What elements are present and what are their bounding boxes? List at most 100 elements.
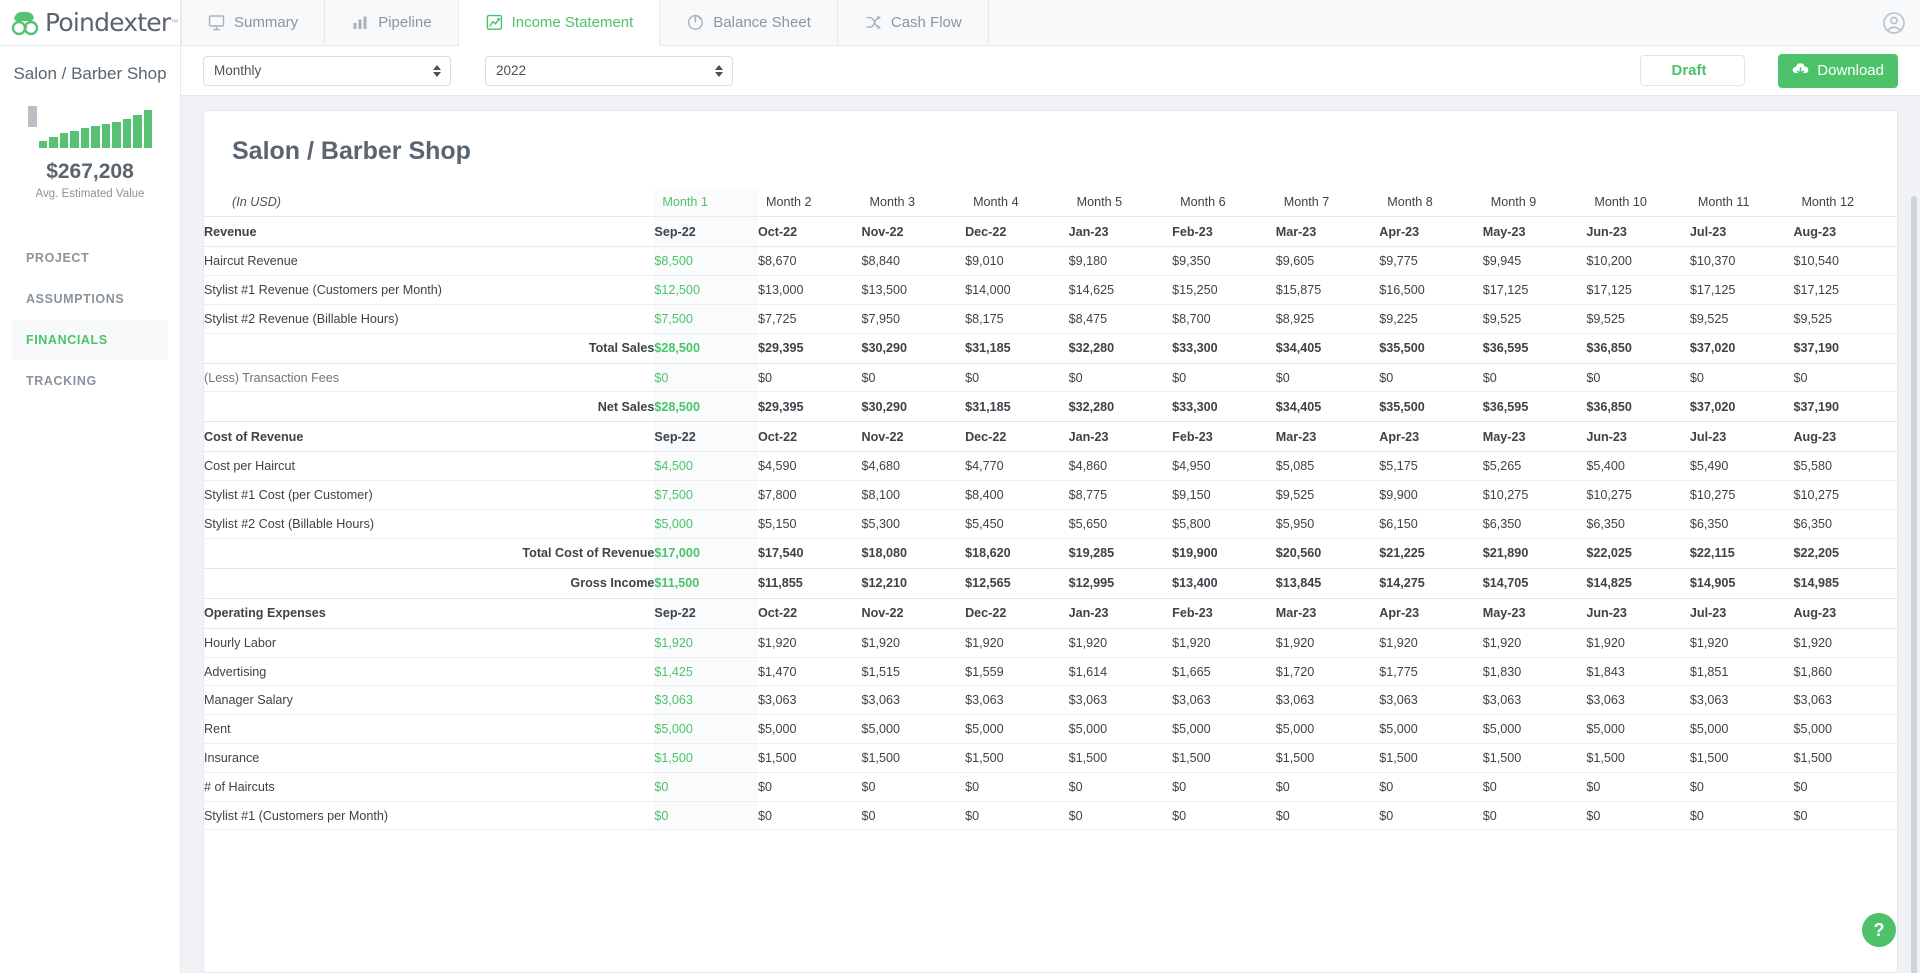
total-value: $14,985 xyxy=(1793,567,1897,599)
row-value: $1,614 xyxy=(1068,657,1173,687)
total-value: $21,225 xyxy=(1379,537,1483,569)
table-row[interactable]: Stylist #2 Cost (Billable Hours) $5,000 $5… xyxy=(204,509,1897,539)
row-value: $5,000 xyxy=(654,509,758,539)
table-row[interactable]: (Less) Transaction Fees $0 $0 $0 $0 $0 $0 $0 $0 $… xyxy=(204,363,1897,393)
table-row[interactable]: Haircut Revenue $8,500 $8,670 $8,840 $9,010 $… xyxy=(204,246,1897,277)
period-select[interactable]: Monthly xyxy=(203,55,451,86)
estimated-value-caption: Avg. Estimated Value xyxy=(35,188,145,200)
row-value: $9,525 xyxy=(1275,480,1380,511)
table-row[interactable]: # of Haircuts $0 $0 $0 $0 $0 $0 $0 $0 $0 $0 $0 $0 xyxy=(204,772,1897,802)
section-date: Sep-22 xyxy=(654,421,758,453)
row-value: $0 xyxy=(1689,772,1794,802)
column-header: Month 4 xyxy=(965,188,1069,218)
download-button[interactable]: Download xyxy=(1778,53,1898,88)
row-value: $7,725 xyxy=(757,304,862,334)
total-value: $21,890 xyxy=(1482,537,1587,569)
total-value: $31,185 xyxy=(965,332,1069,364)
sidebar-item-assumptions[interactable]: ASSUMPTIONS xyxy=(12,279,168,319)
section-date: Feb-23 xyxy=(1172,421,1276,453)
row-value: $10,275 xyxy=(1793,480,1897,511)
section-date: Sep-22 xyxy=(654,598,758,629)
total-value: $11,500 xyxy=(654,567,758,599)
row-value: $1,920 xyxy=(1793,628,1897,658)
row-value: $0 xyxy=(1482,801,1587,831)
row-value: $9,525 xyxy=(1689,304,1794,334)
sidebar-item-financials[interactable]: FINANCIALS xyxy=(12,320,168,360)
total-value: $22,025 xyxy=(1586,537,1690,569)
row-value: $3,063 xyxy=(1586,685,1690,716)
total-value: $17,540 xyxy=(757,537,862,569)
table-row[interactable]: Manager Salary $3,063 $3,063 $3,063 $3,063 $3… xyxy=(204,685,1897,716)
table-row[interactable]: Stylist #1 Revenue (Customers per Month)… xyxy=(204,275,1897,305)
row-value: $0 xyxy=(1586,772,1690,802)
row-value: $15,250 xyxy=(1172,275,1276,305)
row-value: $5,000 xyxy=(1172,714,1276,745)
tab-balance-sheet[interactable]: Balance Sheet xyxy=(660,0,838,45)
brand-logo[interactable]: Poindexter ™ xyxy=(0,0,180,46)
row-value: $1,920 xyxy=(757,628,862,658)
row-value: $17,125 xyxy=(1586,275,1690,305)
row-value: $7,950 xyxy=(861,304,966,334)
row-value: $8,175 xyxy=(965,304,1069,334)
table-row[interactable]: Rent $5,000 $5,000 $5,000 $5,000 $5,000 $5,000… xyxy=(204,714,1897,745)
row-value: $3,063 xyxy=(1379,685,1483,716)
table-row[interactable]: Advertising $1,425 $1,470 $1,515 $1,559 $1,61… xyxy=(204,657,1897,687)
sparkline-bar xyxy=(80,128,89,148)
sidebar-item-tracking[interactable]: TRACKING xyxy=(12,361,168,401)
tab-income-statement[interactable]: Income Statement xyxy=(458,0,661,46)
sparkline-bar xyxy=(70,130,79,148)
total-value: $30,290 xyxy=(861,332,966,364)
help-button[interactable]: ? xyxy=(1862,913,1896,947)
section-date: Dec-22 xyxy=(965,216,1069,248)
section-date: Feb-23 xyxy=(1172,598,1276,629)
account-icon[interactable] xyxy=(1882,11,1906,35)
vertical-scrollbar[interactable] xyxy=(1911,196,1917,973)
status-select[interactable]: Draft xyxy=(1640,55,1745,86)
row-label: Stylist #1 (Customers per Month) xyxy=(204,801,655,831)
row-value: $9,525 xyxy=(1793,304,1897,334)
row-value: $5,000 xyxy=(1275,714,1380,745)
table-row[interactable]: Cost per Haircut $4,500 $4,590 $4,680 $4,770… xyxy=(204,451,1897,482)
main-area: Summary Pipeline Income Statement Balance S… xyxy=(181,0,1920,973)
row-value: $5,175 xyxy=(1379,451,1483,482)
sparkline-bar xyxy=(112,121,121,148)
total-value: $36,595 xyxy=(1482,391,1587,423)
chevron-updown-icon xyxy=(715,64,723,77)
section-date: Oct-22 xyxy=(757,598,862,629)
row-value: $5,000 xyxy=(1586,714,1690,745)
row-value: $1,830 xyxy=(1482,657,1587,687)
row-value: $0 xyxy=(1689,801,1794,831)
section-date: Mar-23 xyxy=(1275,598,1380,629)
row-value: $8,700 xyxy=(1172,304,1276,334)
shuffle-icon xyxy=(865,14,882,31)
row-value: $0 xyxy=(861,801,966,831)
sidebar-item-project[interactable]: PROJECT xyxy=(12,238,168,278)
row-value: $8,775 xyxy=(1068,480,1173,511)
presentation-icon xyxy=(208,14,225,31)
total-value: $31,185 xyxy=(965,391,1069,423)
row-value: $3,063 xyxy=(1172,685,1276,716)
table-row[interactable]: Insurance $1,500 $1,500 $1,500 $1,500 $1,500 $… xyxy=(204,743,1897,773)
row-value: $1,720 xyxy=(1275,657,1380,687)
row-value: $0 xyxy=(757,772,862,802)
report-title: Salon / Barber Shop xyxy=(232,137,471,165)
tab-label: Balance Sheet xyxy=(713,14,811,31)
total-value: $18,620 xyxy=(965,537,1069,569)
total-value: $13,400 xyxy=(1172,567,1276,599)
row-value: $0 xyxy=(861,363,966,393)
section-date: Sep-22 xyxy=(654,216,758,248)
year-select[interactable]: 2022 xyxy=(485,55,733,86)
poindexter-mascot-icon xyxy=(10,10,40,36)
tab-pipeline[interactable]: Pipeline xyxy=(325,0,459,45)
tab-summary[interactable]: Summary xyxy=(181,0,326,45)
table-row[interactable]: Stylist #2 Revenue (Billable Hours) $7,50… xyxy=(204,304,1897,334)
table-row[interactable]: Stylist #1 (Customers per Month) $0 $0 $0 $0… xyxy=(204,801,1897,831)
row-value: $15,875 xyxy=(1275,275,1380,305)
table-row[interactable]: Hourly Labor $1,920 $1,920 $1,920 $1,920 $1,9… xyxy=(204,628,1897,658)
table-row[interactable]: Stylist #1 Cost (per Customer) $7,500 $7,8… xyxy=(204,480,1897,511)
total-label: Total Cost of Revenue xyxy=(204,537,655,569)
row-value: $1,500 xyxy=(861,743,966,773)
tab-cash-flow[interactable]: Cash Flow xyxy=(838,0,989,45)
tab-label: Pipeline xyxy=(378,14,432,31)
sidebar-project-name: Salon / Barber Shop xyxy=(13,64,167,83)
